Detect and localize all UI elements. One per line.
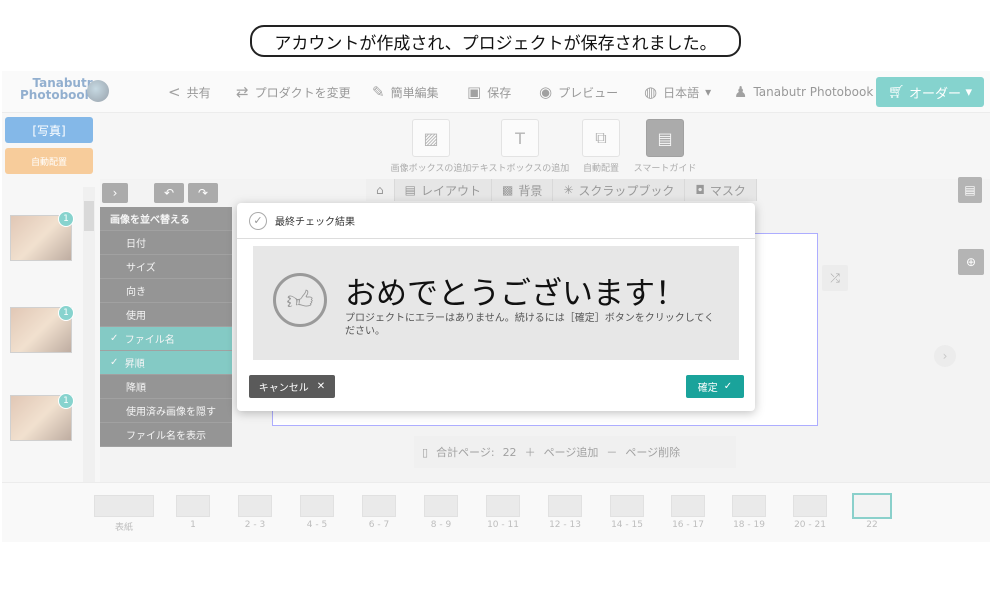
dialog-title: 最終チェック結果 (275, 217, 355, 228)
confirm-button[interactable]: 確定 ✓ (686, 375, 744, 398)
close-icon: ✕ (316, 381, 326, 392)
dialog-message: プロジェクトにエラーはありません。続けるには［確定］ボタンをクリックしてください… (345, 313, 715, 337)
final-check-dialog: ✓ 最終チェック結果 👍︎ おめでとうございます！ プロジェクトにエラーはありま… (237, 203, 755, 411)
dialog-header: ✓ 最終チェック結果 (237, 203, 755, 239)
cancel-label: キャンセル (258, 383, 309, 394)
thumbs-up-icon: 👍︎ (273, 273, 327, 327)
confirm-label: 確定 (697, 383, 718, 394)
check-circle-icon: ✓ (249, 211, 267, 230)
status-caption: アカウントが作成され、プロジェクトが保存されました。 (250, 25, 741, 57)
cancel-button[interactable]: キャンセル ✕ (249, 375, 335, 398)
check-icon: ✓ (723, 381, 733, 392)
dialog-message-box: 👍︎ おめでとうございます！ プロジェクトにエラーはありません。続けるには［確定… (253, 246, 739, 360)
congrats-heading: おめでとうございます！ (345, 276, 686, 312)
